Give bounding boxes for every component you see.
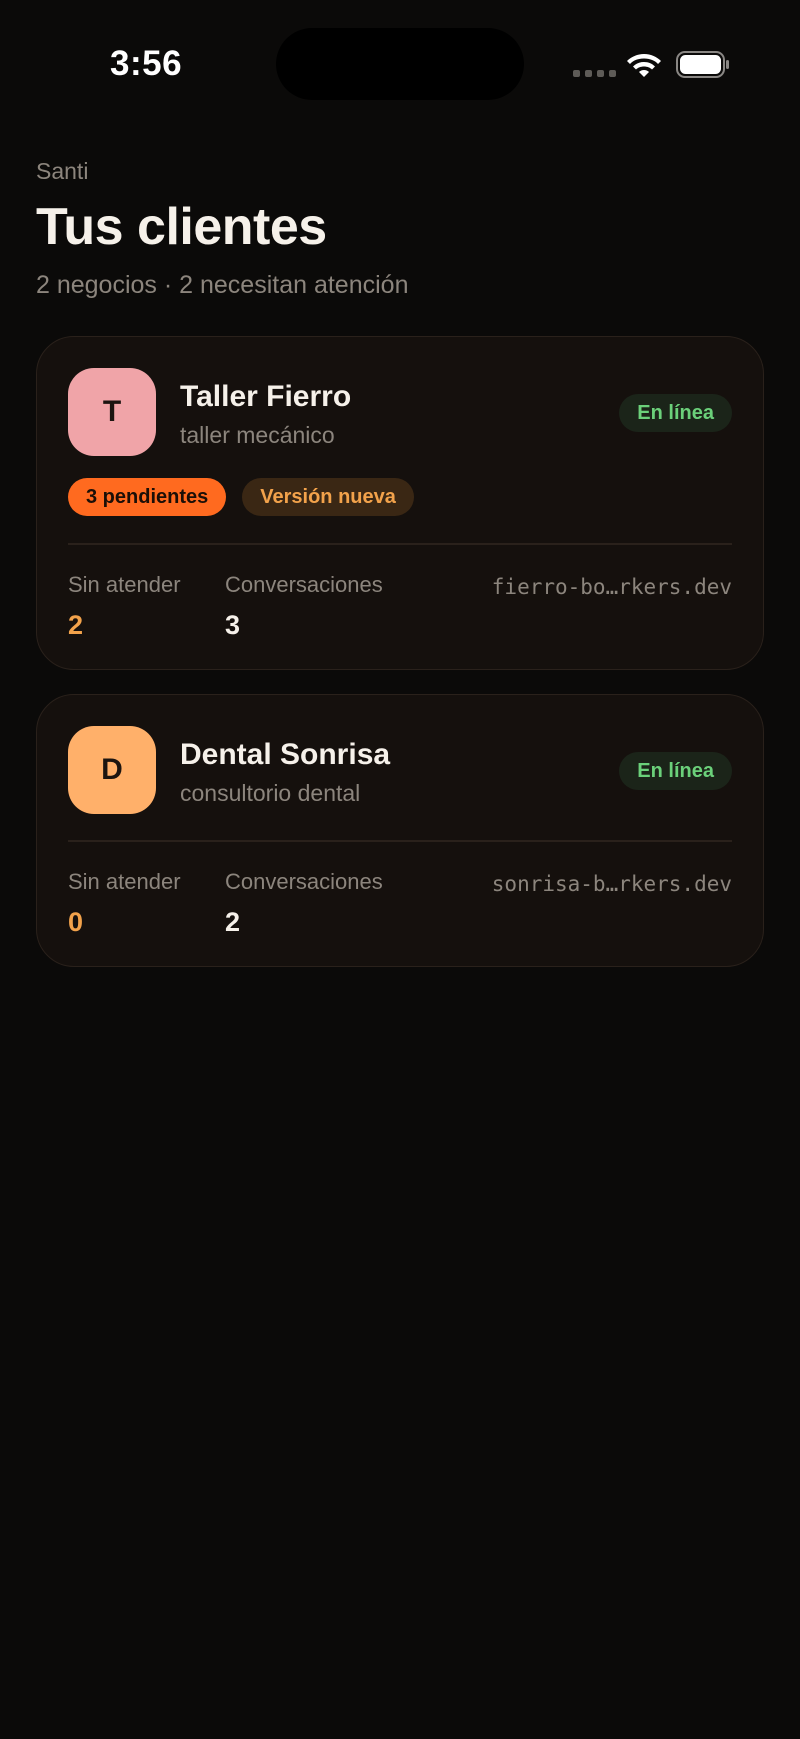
stat-conversations: Conversaciones 2	[225, 869, 383, 938]
stat-conversations: Conversaciones 3	[225, 572, 383, 641]
stat-label: Conversaciones	[225, 869, 383, 894]
client-name: Taller Fierro	[180, 380, 352, 413]
stat-value: 3	[225, 610, 241, 640]
client-url: sonrisa-b…rkers.dev	[491, 872, 732, 896]
stat-label: Sin atender	[68, 869, 181, 894]
wifi-icon	[627, 54, 661, 77]
page-header: Santi Tus clientes 2 negocios · 2 necesi…	[36, 158, 764, 300]
client-url: fierro-bo…rkers.dev	[491, 575, 732, 599]
dynamic-island	[276, 28, 524, 100]
status-badge: En línea	[619, 394, 732, 432]
battery-icon	[676, 51, 729, 78]
card-divider	[68, 840, 732, 842]
stat-label: Conversaciones	[225, 572, 383, 597]
client-card-taller-fierro[interactable]: T Taller Fierro taller mecánico En línea…	[36, 336, 764, 670]
stat-unattended: Sin atender 0	[68, 869, 181, 938]
stat-value: 2	[68, 610, 84, 640]
card-divider	[68, 543, 732, 545]
status-badge: En línea	[619, 752, 732, 790]
client-tags: 3 pendientes Versión nueva	[68, 478, 414, 516]
pending-badge: 3 pendientes	[68, 478, 227, 516]
client-avatar: D	[68, 726, 156, 814]
page-title: Tus clientes	[36, 198, 327, 256]
page-subtitle: 2 negocios · 2 necesitan atención	[36, 271, 409, 299]
user-name: Santi	[36, 158, 89, 184]
client-name: Dental Sonrisa	[180, 738, 391, 771]
client-avatar: T	[68, 368, 156, 456]
new-version-badge: Versión nueva	[242, 478, 414, 516]
client-card-dental-sonrisa[interactable]: D Dental Sonrisa consultorio dental En l…	[36, 694, 764, 967]
status-bar: 3:56	[0, 0, 800, 130]
client-type: consultorio dental	[180, 780, 361, 806]
stat-unattended: Sin atender 2	[68, 572, 181, 641]
client-type: taller mecánico	[180, 422, 335, 448]
stat-value: 0	[68, 907, 84, 937]
cellular-signal-icon	[573, 70, 616, 77]
stat-value: 2	[225, 907, 241, 937]
stat-label: Sin atender	[68, 572, 181, 597]
status-time: 3:56	[110, 44, 183, 83]
